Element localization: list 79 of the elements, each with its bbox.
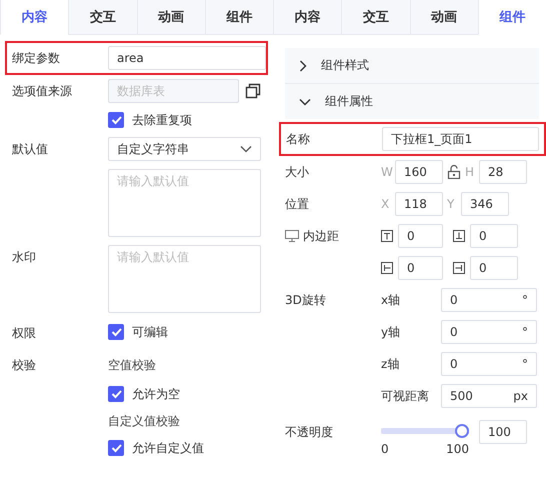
number-field[interactable]: 0 (470, 256, 518, 280)
chevron-right-icon (299, 60, 307, 72)
number-field[interactable]: 500 px (441, 384, 537, 408)
field-label: 校验 (12, 357, 37, 374)
slider-max-label: 100 (446, 442, 469, 456)
accordion-header[interactable]: 组件样式 (285, 48, 539, 84)
padding-bottom-icon (453, 230, 465, 242)
axis-label: y轴 (381, 324, 402, 340)
dropdown[interactable]: 自定义字符串 (108, 137, 261, 161)
axis-label: x轴 (381, 292, 402, 308)
checkbox[interactable] (108, 324, 124, 340)
input-field[interactable]: 下拉框1_页面1 (382, 127, 539, 151)
tab[interactable]: 动画 (410, 0, 478, 35)
number-field[interactable]: 100 (479, 420, 527, 444)
field-label: 权限 (12, 325, 37, 342)
number-field[interactable]: 0 ° (441, 320, 537, 344)
section-note: 自定义值校验 (108, 413, 180, 430)
field-label: 绑定参数 (12, 50, 61, 67)
number-field[interactable]: 28 (479, 160, 527, 184)
chevron-down-icon (299, 98, 311, 106)
unit-label: ° (522, 292, 528, 309)
unit-label: px (513, 388, 528, 405)
field-label: 内边距 (303, 228, 339, 245)
number-field[interactable]: 346 (461, 192, 509, 216)
accordion-header[interactable]: 组件属性 (285, 84, 539, 119)
checkbox-label: 允许为空 (132, 386, 180, 403)
field-label: 选项值来源 (12, 83, 73, 100)
slider-min-label: 0 (381, 442, 389, 456)
field-value: 500 (450, 388, 473, 405)
tab[interactable]: 交互 (68, 0, 136, 35)
field-label: 水印 (12, 249, 37, 266)
field-value: 0 (450, 292, 458, 309)
number-field[interactable]: 0 ° (441, 352, 537, 376)
axis-letter: X (381, 197, 390, 211)
field-label: 位置 (285, 196, 310, 213)
number-field[interactable]: 0 (470, 224, 518, 248)
checkbox[interactable] (108, 440, 124, 456)
field-label: 3D旋转 (285, 292, 327, 309)
tab[interactable]: 交互 (341, 0, 410, 35)
field-label: 名称 (286, 131, 311, 148)
number-field[interactable]: 0 ° (441, 288, 537, 312)
placeholder-text: 请输入默认值 (117, 174, 189, 188)
copy-icon (245, 83, 261, 99)
axis-label: 可视距离 (381, 388, 430, 404)
number-field[interactable]: 118 (395, 192, 443, 216)
field-label: 大小 (285, 164, 310, 181)
axis-label: z轴 (381, 356, 400, 372)
checkbox-label: 可编辑 (132, 324, 168, 341)
accordion-title: 组件样式 (321, 57, 369, 74)
number-field[interactable]: 160 (395, 160, 443, 184)
unit-label: ° (522, 324, 528, 341)
number-field[interactable]: 0 (398, 256, 443, 280)
tab[interactable]: 动画 (136, 0, 205, 35)
axis-letter: H (465, 165, 475, 179)
field-label: 默认值 (12, 141, 49, 158)
section-note: 空值校验 (108, 357, 156, 374)
tab[interactable]: 内容 (273, 0, 342, 35)
dropdown-value: 自定义字符串 (117, 141, 189, 158)
field-label: 不透明度 (285, 424, 334, 441)
axis-letter: Y (447, 197, 456, 211)
axis-letter: W (381, 165, 391, 179)
field-value: 0 (450, 356, 458, 373)
checkbox-label: 去除重复项 (132, 112, 192, 129)
checkbox[interactable] (108, 112, 124, 128)
unit-label: ° (522, 356, 528, 373)
checkbox[interactable] (108, 386, 124, 402)
placeholder-text: 请输入默认值 (117, 250, 189, 264)
padding-left-icon (381, 262, 393, 274)
padding-right-icon (453, 262, 465, 274)
tab[interactable]: 组件 (204, 0, 273, 35)
checkbox-label: 允许自定义值 (132, 440, 204, 457)
field-value: 0 (450, 324, 458, 341)
monitor-icon (285, 230, 299, 242)
input-field[interactable]: area (108, 46, 266, 70)
number-field[interactable]: 0 (398, 224, 443, 248)
slider-thumb[interactable] (455, 424, 469, 438)
padding-top-icon (381, 230, 393, 242)
chevron-down-icon (240, 145, 252, 153)
accordion-title: 组件属性 (325, 93, 373, 110)
